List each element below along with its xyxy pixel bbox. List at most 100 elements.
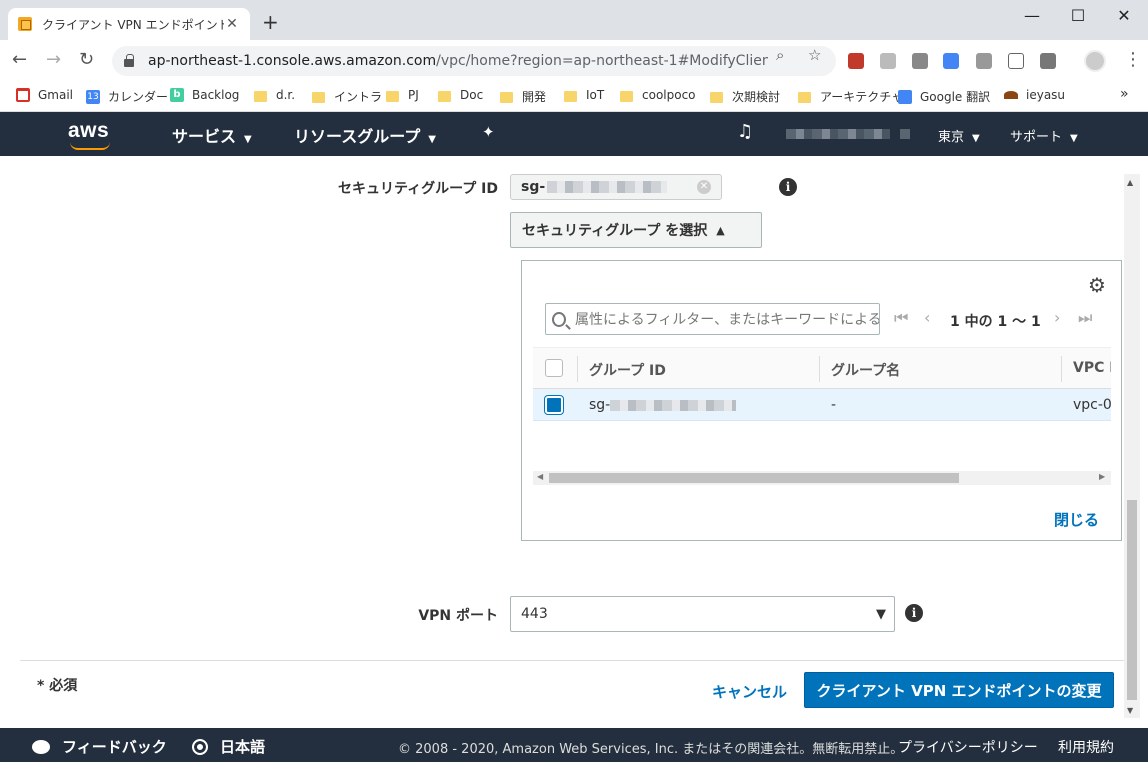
bookmark-ieyasu[interactable]: ieyasu [1004, 88, 1065, 102]
vpn-port-select[interactable]: 443 ▼ [510, 596, 895, 632]
cell-vpc-id: vpc-02 [1073, 397, 1111, 413]
chevron-down-icon: ▼ [972, 133, 980, 144]
bookmark-folder[interactable]: 開発 [500, 88, 546, 105]
folder-icon [500, 92, 513, 103]
scroll-left-icon[interactable]: ◀ [537, 472, 543, 481]
extension-icon[interactable] [976, 53, 992, 69]
extension-icon[interactable] [880, 53, 896, 69]
aws-logo[interactable]: aws [68, 119, 109, 143]
folder-icon [254, 90, 267, 102]
url-text[interactable]: ap-northeast-1.console.aws.amazon.com/vp… [148, 53, 768, 69]
forward-icon[interactable]: → [46, 50, 61, 70]
previous-page-icon[interactable]: ‹ [924, 309, 930, 327]
language-selector[interactable]: 日本語 [192, 736, 265, 757]
gear-icon[interactable]: ⚙ [1088, 275, 1106, 295]
select-all-checkbox[interactable] [545, 359, 563, 377]
bookmarks-bar: Gmail 13 カレンダー b Backlog d.r. イントラ PJ Do… [0, 82, 1148, 112]
bookmark-folder[interactable]: 次期検討 [710, 88, 780, 105]
column-header-vpc-id[interactable]: VPC ID [1073, 360, 1111, 376]
browser-tab[interactable]: クライアント VPN エンドポイントの変更 ✕ [8, 8, 250, 40]
bookmark-folder[interactable]: d.r. [254, 88, 295, 102]
notifications-bell-icon[interactable]: ♫ [737, 121, 753, 142]
scroll-right-icon[interactable]: ▶ [1099, 472, 1105, 481]
remove-token-icon[interactable]: ✕ [697, 180, 711, 194]
horizontal-scrollbar[interactable]: ◀ ▶ [533, 471, 1111, 485]
tab-close-icon[interactable]: ✕ [224, 16, 240, 32]
row-checkbox[interactable] [545, 396, 563, 414]
folder-icon [564, 90, 577, 102]
bookmark-folder[interactable]: PJ [386, 88, 419, 102]
cancel-button[interactable]: キャンセル [712, 681, 787, 702]
chevron-down-icon: ▼ [428, 134, 436, 145]
chevron-down-icon: ▼ [244, 134, 252, 145]
bookmark-label: 開発 [522, 90, 547, 104]
checklist-extension-icon[interactable] [912, 53, 928, 69]
translate-extension-icon[interactable] [943, 53, 959, 69]
close-panel-link[interactable]: 閉じる [1054, 509, 1099, 530]
services-menu[interactable]: サービス ▼ [172, 123, 252, 147]
filter-search-input[interactable]: 属性によるフィルター、またはキーワードによる検索 [545, 303, 880, 335]
address-bar[interactable]: ap-northeast-1.console.aws.amazon.com/vp… [112, 46, 836, 76]
vertical-scrollbar[interactable]: ▲ ▼ [1124, 174, 1140, 718]
bookmark-google-translate[interactable]: Google 翻訳 [898, 88, 990, 105]
vpn-port-label: VPN ポート [418, 608, 498, 624]
video-extension-icon[interactable] [1008, 53, 1024, 69]
search-icon [552, 311, 566, 327]
bookmark-folder[interactable]: Doc [438, 88, 483, 102]
bookmark-label: PJ [408, 88, 419, 102]
bookmark-backlog[interactable]: b Backlog [170, 88, 239, 102]
table-row[interactable]: sg- - vpc-02 [533, 389, 1111, 421]
bookmark-star-icon[interactable]: ☆ [808, 46, 821, 64]
select-security-group-button[interactable]: セキュリティグループ を選択 ▲ [510, 212, 762, 248]
maximize-icon[interactable]: ☐ [1068, 6, 1088, 25]
bookmark-folder[interactable]: IoT [564, 88, 604, 102]
bookmark-calendar[interactable]: 13 カレンダー [86, 88, 168, 105]
feedback-button[interactable]: フィードバック [32, 736, 167, 757]
column-divider [577, 356, 578, 382]
pagination-text: 1 中の 1 ～ 1 [950, 314, 1041, 330]
back-icon[interactable]: ← [12, 50, 27, 70]
column-header-group-name[interactable]: グループ名 [831, 360, 900, 380]
new-tab-button[interactable]: + [262, 12, 279, 32]
folder-icon [438, 90, 451, 102]
next-page-icon[interactable]: › [1054, 309, 1060, 327]
close-window-icon[interactable]: ✕ [1114, 6, 1134, 25]
bookmark-label: Google 翻訳 [920, 90, 991, 104]
account-name-redacted[interactable] [786, 129, 890, 139]
scroll-down-icon[interactable]: ▼ [1127, 706, 1133, 715]
scrollbar-thumb[interactable] [1127, 500, 1137, 700]
scroll-up-icon[interactable]: ▲ [1127, 178, 1133, 187]
column-header-group-id[interactable]: グループ ID [589, 360, 666, 380]
pdf-extension-icon[interactable] [848, 53, 864, 69]
pin-icon[interactable]: ✦ [482, 123, 495, 141]
scrollbar-thumb[interactable] [549, 473, 959, 483]
ieyasu-icon [1004, 91, 1018, 99]
language-label: 日本語 [220, 738, 266, 756]
bookmark-label: Backlog [192, 88, 240, 102]
support-menu[interactable]: サポート ▼ [1010, 126, 1078, 145]
profile-avatar[interactable] [1084, 50, 1106, 72]
zoom-icon[interactable]: ⌕ [776, 46, 784, 64]
reload-icon[interactable]: ↻ [79, 50, 94, 70]
gmail-icon [16, 88, 30, 102]
bookmark-folder[interactable]: イントラ [312, 88, 382, 105]
region-menu[interactable]: 東京 ▼ [938, 126, 980, 145]
privacy-policy-link[interactable]: プライバシーポリシー [898, 737, 1038, 757]
last-page-icon[interactable]: ⏭ [1078, 309, 1092, 327]
bookmark-folder[interactable]: coolpoco [620, 88, 696, 102]
bookmark-gmail[interactable]: Gmail [16, 88, 73, 102]
aws-console-footer: フィードバック 日本語 © 2008 - 2020, Amazon Web Se… [0, 728, 1148, 762]
info-icon[interactable]: i [905, 604, 923, 622]
info-icon[interactable]: i [779, 178, 797, 196]
modify-client-vpn-endpoint-button[interactable]: クライアント VPN エンドポイントの変更 [804, 672, 1114, 708]
bookmark-folder[interactable]: アーキテクチャ [798, 88, 903, 105]
b-extension-icon[interactable] [1040, 53, 1056, 69]
minimize-icon[interactable]: — [1022, 6, 1042, 25]
table-header: グループ ID グループ名 VPC ID [533, 347, 1111, 389]
chrome-menu-icon[interactable]: ⋮ [1124, 50, 1142, 70]
terms-link[interactable]: 利用規約 [1058, 737, 1114, 757]
more-bookmarks-icon[interactable]: » [1120, 86, 1129, 102]
resource-groups-menu[interactable]: リソースグループ ▼ [294, 123, 436, 147]
first-page-icon[interactable]: ⏮ [894, 309, 908, 327]
feedback-label: フィードバック [62, 738, 167, 756]
